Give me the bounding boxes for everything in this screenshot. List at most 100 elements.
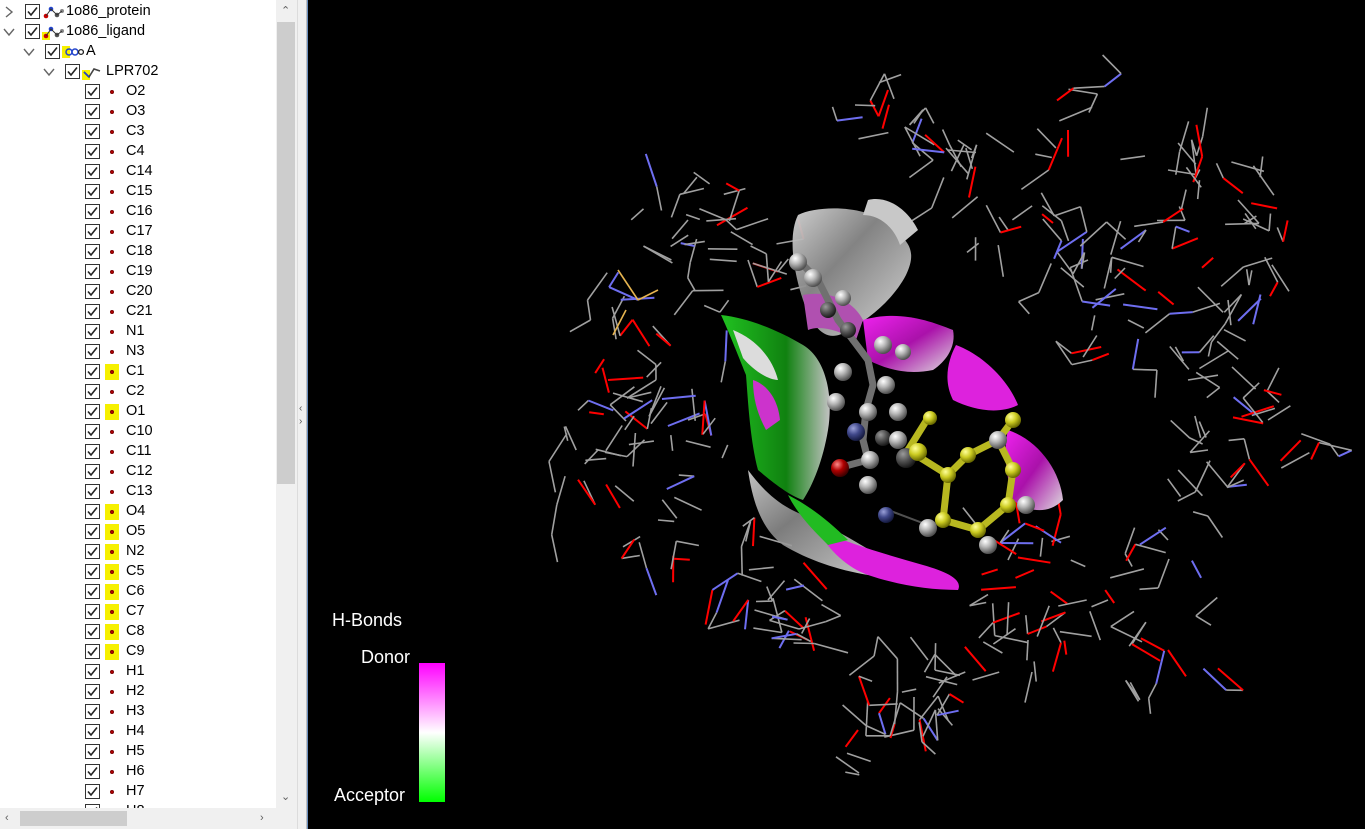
bond [1171, 226, 1177, 249]
visibility-checkbox[interactable] [85, 584, 100, 599]
tree-item-atom[interactable]: C12 [0, 462, 276, 482]
visibility-checkbox[interactable] [85, 304, 100, 319]
tree-item-atom[interactable]: O4 [0, 502, 276, 522]
horizontal-scrollbar-thumb[interactable] [20, 811, 127, 826]
visibility-checkbox[interactable] [85, 264, 100, 279]
tree-item-atom[interactable]: C10 [0, 422, 276, 442]
bond [577, 399, 589, 411]
tree-item-atom[interactable]: H6 [0, 762, 276, 782]
visibility-checkbox[interactable] [85, 284, 100, 299]
scroll-up-icon[interactable]: ⌃ [281, 5, 290, 17]
visibility-checkbox[interactable] [85, 224, 100, 239]
visibility-checkbox[interactable] [85, 124, 100, 139]
visibility-checkbox[interactable] [85, 424, 100, 439]
visibility-checkbox[interactable] [85, 704, 100, 719]
visibility-checkbox[interactable] [85, 164, 100, 179]
visibility-checkbox[interactable] [85, 204, 100, 219]
visibility-checkbox[interactable] [85, 244, 100, 259]
visibility-checkbox[interactable] [45, 44, 60, 59]
visibility-checkbox[interactable] [85, 104, 100, 119]
molecule-render[interactable] [308, 0, 1365, 829]
visibility-checkbox[interactable] [85, 784, 100, 799]
tree-item-atom[interactable]: C4 [0, 142, 276, 162]
visibility-checkbox[interactable] [85, 724, 100, 739]
visibility-checkbox[interactable] [25, 24, 40, 39]
tree-item-atom[interactable]: C11 [0, 442, 276, 462]
tree-item-atom[interactable]: H7 [0, 782, 276, 802]
visibility-checkbox[interactable] [85, 344, 100, 359]
tree-item-atom[interactable]: C3 [0, 122, 276, 142]
visibility-checkbox[interactable] [85, 744, 100, 759]
chevron-down-icon[interactable] [23, 45, 35, 59]
tree-item-atom[interactable]: O2 [0, 82, 276, 102]
tree-item-atom[interactable]: H5 [0, 742, 276, 762]
tree-item-protein[interactable]: 1o86_protein [0, 2, 276, 22]
tree-item-atom[interactable]: H1 [0, 662, 276, 682]
bond [1058, 106, 1093, 122]
tree-item-atom[interactable]: O1 [0, 402, 276, 422]
tree-item-atom[interactable]: C20 [0, 282, 276, 302]
chevron-right-icon[interactable] [3, 5, 15, 19]
tree-item-atom[interactable]: H3 [0, 702, 276, 722]
tree-item-atom[interactable]: N1 [0, 322, 276, 342]
tree-item-atom[interactable]: C21 [0, 302, 276, 322]
tree-item-atom[interactable]: C1 [0, 362, 276, 382]
visibility-checkbox[interactable] [85, 664, 100, 679]
visibility-checkbox[interactable] [85, 324, 100, 339]
tree-item-residue[interactable]: LPR702 [0, 62, 276, 82]
visibility-checkbox[interactable] [85, 564, 100, 579]
tree-item-atom[interactable]: C7 [0, 602, 276, 622]
scroll-left-icon[interactable]: ‹ [5, 812, 9, 824]
scroll-down-icon[interactable]: ⌄ [281, 791, 290, 803]
tree-item-atom[interactable]: H2 [0, 682, 276, 702]
tree-item-atom[interactable]: N3 [0, 342, 276, 362]
tree-item-atom[interactable]: C5 [0, 562, 276, 582]
tree-item-ligand[interactable]: 1o86_ligand [0, 22, 276, 42]
tree-item-atom[interactable]: O3 [0, 102, 276, 122]
visibility-checkbox[interactable] [25, 4, 40, 19]
visibility-checkbox[interactable] [85, 464, 100, 479]
tree-item-atom[interactable]: C13 [0, 482, 276, 502]
tree-item-atom[interactable]: C9 [0, 642, 276, 662]
visibility-checkbox[interactable] [85, 544, 100, 559]
tree-item-atom[interactable]: C16 [0, 202, 276, 222]
3d-viewer[interactable]: H-Bonds Donor Acceptor [307, 0, 1365, 829]
tree-item-atom[interactable]: C15 [0, 182, 276, 202]
visibility-checkbox[interactable] [85, 144, 100, 159]
tree-item-atom[interactable]: O5 [0, 522, 276, 542]
visibility-checkbox[interactable] [85, 184, 100, 199]
tree-item-atom[interactable]: C2 [0, 382, 276, 402]
splitter-collapse-icon[interactable]: ‹ › [299, 402, 307, 428]
chevron-down-icon[interactable] [3, 25, 15, 39]
tree-item-atom[interactable]: H4 [0, 722, 276, 742]
visibility-checkbox[interactable] [85, 644, 100, 659]
visibility-checkbox[interactable] [85, 624, 100, 639]
scroll-right-icon[interactable]: › [260, 812, 264, 824]
tree-item-atom[interactable]: C14 [0, 162, 276, 182]
visibility-checkbox[interactable] [85, 504, 100, 519]
bond [934, 669, 961, 677]
visibility-checkbox[interactable] [85, 84, 100, 99]
tree-item-atom[interactable]: N2 [0, 542, 276, 562]
visibility-checkbox[interactable] [85, 484, 100, 499]
bond [857, 675, 871, 706]
tree-item-atom[interactable]: C18 [0, 242, 276, 262]
chevron-down-icon[interactable] [43, 65, 55, 79]
tree-item-atom[interactable]: C19 [0, 262, 276, 282]
tree-item-atom[interactable]: C17 [0, 222, 276, 242]
tree-item-atom[interactable]: C6 [0, 582, 276, 602]
tree-item-atom[interactable]: C8 [0, 622, 276, 642]
visibility-checkbox[interactable] [85, 444, 100, 459]
visibility-checkbox[interactable] [85, 404, 100, 419]
visibility-checkbox[interactable] [85, 364, 100, 379]
visibility-checkbox[interactable] [85, 524, 100, 539]
tree-item-chain[interactable]: A [0, 42, 276, 62]
visibility-checkbox[interactable] [85, 384, 100, 399]
visibility-checkbox[interactable] [85, 604, 100, 619]
visibility-checkbox[interactable] [85, 684, 100, 699]
visibility-checkbox[interactable] [65, 64, 80, 79]
bond [670, 194, 681, 218]
bond [661, 394, 696, 400]
visibility-checkbox[interactable] [85, 764, 100, 779]
vertical-scrollbar-thumb[interactable] [277, 22, 295, 484]
